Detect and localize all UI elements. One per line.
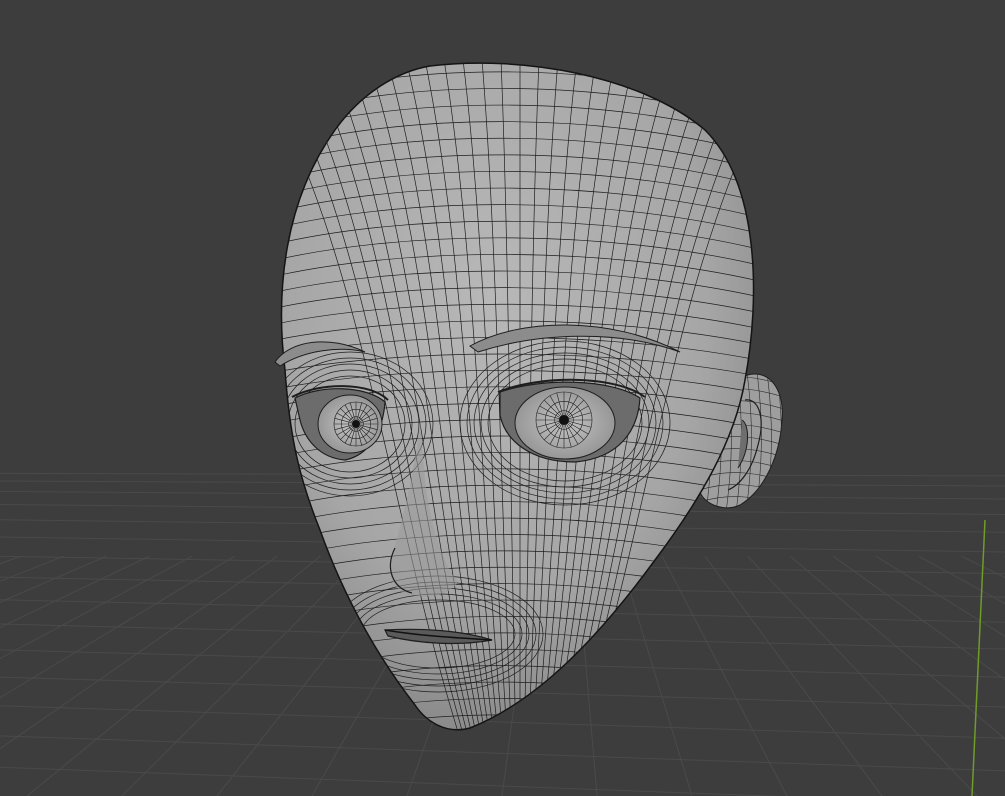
viewport-canvas[interactable] bbox=[0, 0, 1005, 796]
head-mesh[interactable] bbox=[248, 50, 791, 778]
y-axis-line bbox=[971, 519, 986, 796]
3d-viewport[interactable] bbox=[0, 0, 1005, 796]
